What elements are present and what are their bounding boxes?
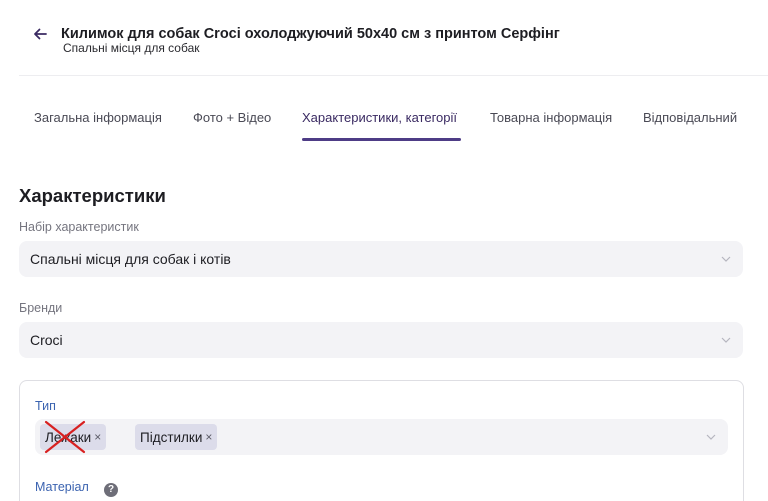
attributes-card: Тип Лежаки × Підстилки × Матеріал ? xyxy=(19,380,744,501)
page-subtitle: Спальні місця для собак xyxy=(63,41,200,55)
active-tab-indicator xyxy=(302,138,461,141)
page-title: Килимок для собак Croci охолоджуючий 50х… xyxy=(61,26,560,42)
chevron-down-icon xyxy=(721,337,731,343)
characteristics-set-select[interactable]: Спальні місця для собак і котів xyxy=(19,241,743,277)
tab-product-info[interactable]: Товарна інформація xyxy=(490,110,612,125)
type-label: Тип xyxy=(35,399,56,413)
section-title: Характеристики xyxy=(19,185,166,206)
material-label: Матеріал xyxy=(35,480,89,494)
help-icon[interactable]: ? xyxy=(104,483,118,497)
page-header: Килимок для собак Croci охолоджуючий 50х… xyxy=(0,0,768,76)
chevron-down-icon xyxy=(706,434,716,440)
brands-select[interactable]: Croci xyxy=(19,322,743,358)
brands-label: Бренди xyxy=(19,301,63,315)
remove-chip-icon[interactable]: × xyxy=(94,430,101,444)
type-chip-label: Лежаки xyxy=(45,429,92,445)
tab-photo-video[interactable]: Фото + Відео xyxy=(193,110,271,125)
remove-chip-icon[interactable]: × xyxy=(205,430,212,444)
header-divider xyxy=(19,75,768,76)
brands-value: Croci xyxy=(30,332,63,348)
tab-responsible[interactable]: Відповідальний xyxy=(643,110,737,125)
tab-general-info[interactable]: Загальна інформація xyxy=(34,110,162,125)
characteristics-set-value: Спальні місця для собак і котів xyxy=(30,251,231,267)
tab-characteristics[interactable]: Характеристики, категорії xyxy=(302,110,457,125)
characteristics-set-label: Набір характеристик xyxy=(19,220,139,234)
type-chip: Лежаки × xyxy=(40,420,107,454)
type-multiselect[interactable]: Лежаки × Підстилки × xyxy=(35,419,728,455)
chevron-down-icon xyxy=(721,256,731,262)
type-chip: Підстилки × xyxy=(135,424,218,450)
type-chip-label: Підстилки xyxy=(140,429,203,445)
back-arrow-icon[interactable] xyxy=(32,26,48,42)
tab-bar: Загальна інформація Фото + Відео Характе… xyxy=(19,104,768,142)
